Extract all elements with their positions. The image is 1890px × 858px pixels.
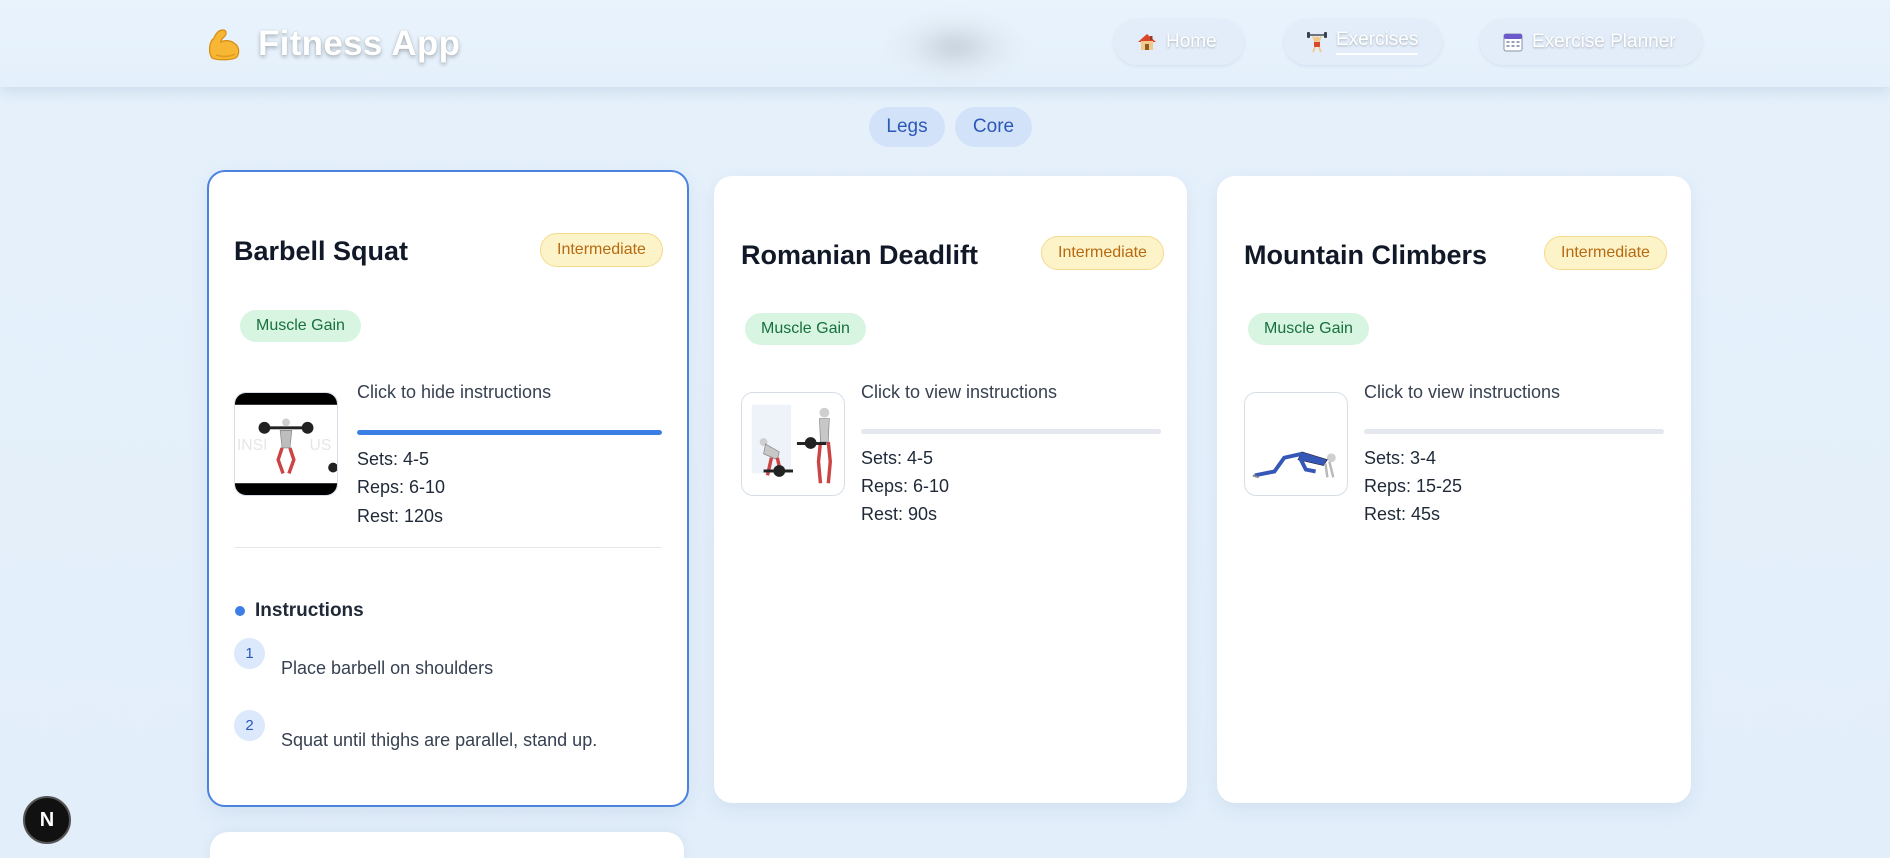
toggle-instructions[interactable]: Click to view instructions [1364, 382, 1560, 403]
rest-value: Rest: 90s [861, 504, 938, 524]
blurred-overlay [890, 14, 1020, 80]
goal-badge: Muscle Gain [1248, 313, 1369, 345]
exercise-title: Mountain Climbers [1244, 240, 1488, 270]
app-header: Fitness App Home Exercises Exercise Plan… [0, 0, 1890, 87]
toggle-instructions[interactable]: Click to hide instructions [357, 382, 551, 403]
goal-badge: Muscle Gain [745, 313, 866, 345]
progress-bar [861, 429, 1161, 434]
nav-home-label: Home [1166, 31, 1217, 52]
exercise-card-mountain-climbers[interactable]: Mountain Climbers Intermediate Muscle Ga… [1217, 176, 1691, 803]
calendar-icon [1503, 33, 1523, 52]
weightlifter-icon [1307, 32, 1327, 53]
nav-exercise-planner[interactable]: Exercise Planner [1480, 19, 1702, 65]
exercise-title: Barbell Squat [234, 236, 409, 266]
nav-home[interactable]: Home [1114, 19, 1244, 65]
toggle-instructions[interactable]: Click to view instructions [861, 382, 1057, 403]
instructions-heading: Instructions [235, 600, 364, 622]
reps-value: Reps: 6-10 [861, 476, 950, 496]
exercise-card-barbell-squat[interactable]: Barbell Squat Intermediate Muscle Gain I… [207, 170, 689, 807]
brand-title: Fitness App [258, 24, 461, 63]
progress-bar [357, 430, 662, 435]
step-number: 1 [234, 638, 265, 669]
filter-core[interactable]: Core [955, 107, 1032, 147]
filter-legs[interactable]: Legs [869, 107, 945, 147]
exercise-card-partial[interactable] [210, 832, 684, 858]
progress-bar [1364, 429, 1664, 434]
difficulty-badge: Intermediate [540, 233, 663, 267]
exercise-thumbnail [741, 392, 845, 496]
card-divider [234, 547, 662, 548]
exercise-thumbnail: INSI US [234, 392, 338, 496]
nav-exercises-label: Exercises [1336, 29, 1419, 55]
house-icon [1138, 34, 1156, 50]
exercise-card-romanian-deadlift[interactable]: Romanian Deadlift Intermediate Muscle Ga… [714, 176, 1187, 803]
mountain-climbers-image [1252, 451, 1336, 479]
exercise-thumbnail [1244, 392, 1348, 496]
brand[interactable]: Fitness App [204, 22, 460, 66]
nav-planner-label: Exercise Planner [1532, 31, 1676, 52]
difficulty-badge: Intermediate [1041, 236, 1164, 270]
goal-badge: Muscle Gain [240, 310, 361, 342]
progress-bar-fill [357, 430, 662, 435]
svg-text:US: US [310, 437, 332, 454]
dev-tools-badge[interactable]: N [23, 796, 71, 844]
step-number: 2 [234, 710, 265, 741]
difficulty-badge: Intermediate [1544, 236, 1667, 270]
flexed-biceps-icon [208, 29, 240, 61]
sets-value: Sets: 4-5 [861, 448, 934, 468]
svg-text:INSI: INSI [237, 437, 268, 454]
rest-value: Rest: 120s [357, 506, 444, 526]
rest-value: Rest: 45s [1364, 504, 1441, 524]
reps-value: Reps: 15-25 [1364, 476, 1463, 496]
sets-value: Sets: 4-5 [357, 449, 430, 469]
exercise-title: Romanian Deadlift [741, 240, 979, 270]
sets-value: Sets: 3-4 [1364, 448, 1437, 468]
reps-value: Reps: 6-10 [357, 477, 446, 497]
instructions-heading-text: Instructions [255, 600, 364, 621]
step-text: Place barbell on shoulders [281, 658, 494, 678]
step-text: Squat until thighs are parallel, stand u… [281, 730, 598, 750]
bullet-dot-icon [235, 606, 245, 616]
romanian-deadlift-image [751, 404, 832, 484]
nav-exercises[interactable]: Exercises [1284, 19, 1442, 65]
barbell-squat-image: INSI US [235, 393, 337, 495]
